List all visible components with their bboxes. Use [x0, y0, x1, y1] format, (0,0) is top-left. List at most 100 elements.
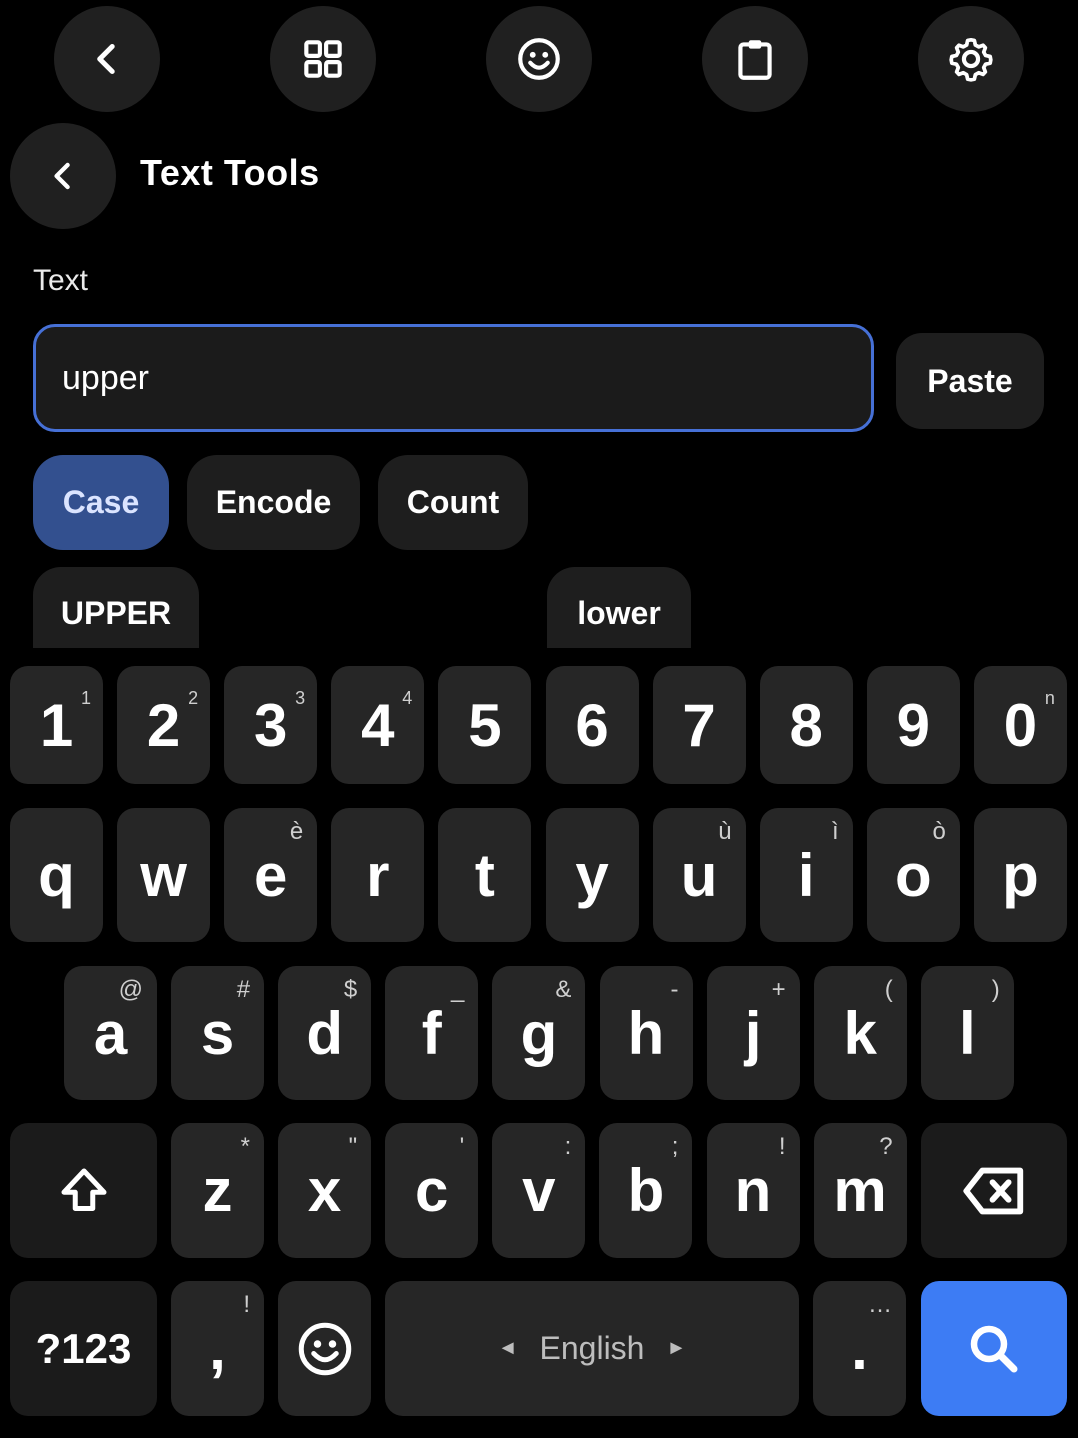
key-label: 0 — [1003, 691, 1038, 759]
letter-key-e[interactable]: eè — [224, 808, 318, 942]
letter-key-q[interactable]: q — [10, 808, 103, 942]
tab-encode[interactable]: Encode — [187, 455, 360, 550]
back-button[interactable] — [10, 123, 116, 229]
toolbar-back-button[interactable] — [54, 6, 160, 112]
key-hint: ' — [459, 1133, 465, 1160]
comma-key-hint: ! — [243, 1291, 250, 1318]
key-label: o — [894, 841, 932, 909]
key-label: z — [202, 1157, 233, 1224]
key-label: x — [307, 1157, 342, 1224]
letter-key-b[interactable]: b; — [599, 1123, 693, 1258]
key-hint: _ — [450, 976, 465, 1003]
key-hint: ) — [991, 976, 1000, 1003]
key-label: 9 — [896, 691, 930, 759]
letter-key-z[interactable]: z * — [171, 1123, 264, 1258]
comma-key[interactable]: , ! — [171, 1281, 264, 1416]
number-key-3[interactable]: 33 — [224, 666, 318, 784]
key-hint: ò — [932, 818, 946, 845]
key-label: c — [415, 1157, 449, 1224]
key-label: 3 — [254, 691, 288, 759]
symbols-key[interactable]: ?123 — [10, 1281, 157, 1416]
key-label: v — [522, 1157, 556, 1224]
key-label: n — [734, 1157, 772, 1224]
letter-key-n[interactable]: n! — [706, 1123, 800, 1258]
key-hint: 2 — [188, 688, 199, 708]
space-key-label: English — [539, 1330, 645, 1366]
letter-key-i[interactable]: iì — [759, 808, 853, 942]
letter-key-m[interactable]: m? — [813, 1123, 907, 1258]
letter-key-s[interactable]: s # — [171, 966, 265, 1100]
letter-key-v[interactable]: v: — [492, 1123, 586, 1258]
chevron-left-icon — [54, 162, 70, 190]
letter-key-a[interactable]: a @ — [64, 966, 157, 1100]
key-hint: n — [1044, 688, 1055, 708]
key-label: l — [958, 999, 976, 1067]
key-hint: ì — [832, 818, 839, 845]
toolbar-clipboard-button[interactable] — [702, 6, 808, 112]
letter-key-f[interactable]: f _ — [385, 966, 479, 1100]
lower-case-button[interactable]: lower — [547, 567, 691, 649]
backspace-icon — [963, 1167, 1024, 1214]
key-hint: " — [348, 1133, 358, 1160]
key-label: b — [627, 1157, 665, 1224]
key-label: 1 — [39, 691, 74, 759]
key-label: 8 — [789, 691, 823, 759]
number-key-9[interactable]: 9 — [866, 666, 960, 784]
letter-key-k[interactable]: k( — [813, 966, 907, 1100]
period-key[interactable]: . … — [813, 1281, 906, 1416]
key-label: 4 — [361, 691, 395, 759]
text-input[interactable]: upper — [33, 324, 874, 432]
backspace-key[interactable] — [921, 1123, 1067, 1258]
key-hint: + — [771, 976, 786, 1003]
search-key[interactable] — [921, 1281, 1067, 1416]
number-key-2[interactable]: 22 — [117, 666, 211, 784]
key-hint: ; — [671, 1133, 679, 1160]
letter-key-g[interactable]: g & — [492, 966, 586, 1100]
space-key[interactable]: ◄ English ► — [385, 1281, 799, 1416]
letter-key-x[interactable]: x " — [278, 1123, 372, 1258]
key-label: h — [627, 999, 665, 1067]
letter-key-r[interactable]: r — [331, 808, 425, 942]
shift-key[interactable] — [10, 1123, 157, 1258]
number-key-8[interactable]: 8 — [759, 666, 853, 784]
paste-button[interactable]: Paste — [896, 333, 1044, 429]
toolbar-emoji-button[interactable] — [486, 6, 592, 112]
toolbar-grid-button[interactable] — [270, 6, 376, 112]
key-hint: ù — [718, 818, 732, 845]
key-hint: 4 — [402, 688, 413, 708]
upper-case-button[interactable]: UPPER — [33, 567, 199, 649]
key-label: u — [680, 841, 718, 909]
emoji-key[interactable] — [278, 1281, 371, 1416]
key-label: s — [200, 999, 235, 1067]
number-key-7[interactable]: 7 — [652, 666, 746, 784]
key-hint: * — [240, 1133, 250, 1160]
page-title: Text Tools — [140, 152, 320, 193]
tab-case[interactable]: Case — [33, 455, 169, 550]
toolbar-settings-button[interactable] — [918, 6, 1024, 112]
key-label: q — [38, 841, 75, 909]
letter-key-h[interactable]: h- — [599, 966, 693, 1100]
letter-key-c[interactable]: c ' — [385, 1123, 479, 1258]
letter-key-t[interactable]: t — [438, 808, 532, 942]
key-label: w — [140, 841, 187, 909]
letter-key-j[interactable]: j + — [706, 966, 800, 1100]
tab-count[interactable]: Count — [378, 455, 528, 550]
letter-key-p[interactable]: p — [973, 808, 1067, 942]
period-key-hint: … — [868, 1291, 892, 1318]
key-label: a — [93, 999, 128, 1067]
key-label: p — [1002, 841, 1039, 909]
number-key-0[interactable]: 0n — [973, 666, 1067, 784]
number-key-1[interactable]: 11 — [10, 666, 103, 784]
letter-key-y[interactable]: y — [545, 808, 639, 942]
letter-key-w[interactable]: w — [117, 808, 211, 942]
letter-key-u[interactable]: uù — [652, 808, 746, 942]
number-key-4[interactable]: 44 — [331, 666, 425, 784]
key-hint: : — [564, 1133, 572, 1160]
number-key-6[interactable]: 6 — [545, 666, 639, 784]
letter-key-o[interactable]: oò — [866, 808, 960, 942]
grid-icon — [304, 40, 342, 78]
shift-icon — [61, 1168, 106, 1211]
number-key-5[interactable]: 5 — [438, 666, 532, 784]
letter-key-l[interactable]: l) — [920, 966, 1014, 1100]
letter-key-d[interactable]: d $ — [278, 966, 372, 1100]
